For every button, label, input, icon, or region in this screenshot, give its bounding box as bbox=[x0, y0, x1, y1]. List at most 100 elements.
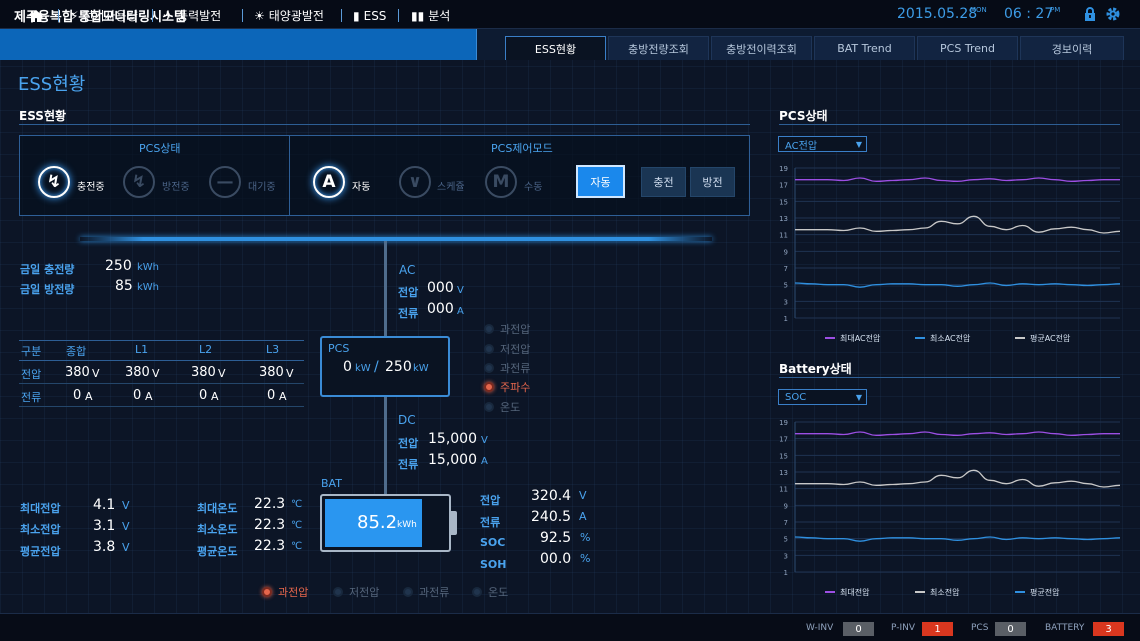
indicator-dot bbox=[403, 587, 413, 597]
nav-item-solar[interactable]: ☀ 태양광발전 bbox=[254, 0, 324, 31]
cell-voltage-label: 최대전압 bbox=[20, 502, 61, 515]
cell-voltage-label: 최소전압 bbox=[20, 523, 61, 536]
select-value: SOC bbox=[785, 391, 807, 403]
y-tick-label: 1 bbox=[784, 569, 788, 577]
bat-alarm-temperature: 온도 bbox=[472, 584, 508, 600]
table-border bbox=[19, 383, 304, 384]
indicator-dot bbox=[484, 402, 494, 412]
gear-icon[interactable] bbox=[1105, 6, 1121, 22]
home-icon[interactable] bbox=[28, 0, 44, 31]
ac-title: AC bbox=[399, 263, 416, 277]
auto-button[interactable]: 자동 bbox=[576, 165, 625, 198]
table-cell: 380 bbox=[191, 365, 216, 380]
section-divider bbox=[19, 124, 750, 125]
nav-divider bbox=[152, 9, 153, 22]
table-cell: 0 bbox=[199, 388, 208, 403]
legend-label: 최대AC전압 bbox=[840, 333, 881, 343]
pcs-rated-unit: kW bbox=[413, 363, 429, 374]
y-tick-label: 17 bbox=[779, 182, 788, 190]
cell-voltage-value: 4.1 bbox=[93, 497, 116, 513]
table-unit: A bbox=[85, 390, 93, 403]
footer-value-pinv: 1 bbox=[922, 622, 953, 636]
alarm-frequency: 주파수 bbox=[484, 379, 530, 395]
legend-label: 평균전압 bbox=[1030, 587, 1060, 597]
ac-current-label: 전류 bbox=[398, 307, 419, 320]
legend-label: 최대전압 bbox=[840, 587, 870, 597]
dc-current-unit: A bbox=[481, 456, 488, 467]
chevron-down-icon: ▼ bbox=[855, 139, 862, 149]
select-value: AC전압 bbox=[785, 140, 818, 152]
row-label: 전압 bbox=[21, 368, 42, 381]
ac-voltage-label: 전압 bbox=[398, 286, 419, 299]
footer-label: W-INV bbox=[806, 623, 834, 633]
legend-label: 최소전압 bbox=[930, 587, 960, 597]
tab-bat-trend[interactable]: BAT Trend bbox=[814, 36, 915, 60]
cell-temp-label: 최대온도 bbox=[197, 502, 238, 515]
alarm-overvoltage: 과전압 bbox=[484, 321, 530, 337]
time-ampm: PM bbox=[1050, 6, 1061, 14]
nav-item-wind[interactable]: ✈ 풍력발전 bbox=[163, 0, 221, 31]
battery-chart-select[interactable]: SOC ▼ bbox=[778, 389, 867, 405]
footer-label: PCS bbox=[971, 623, 989, 633]
main-nav bbox=[0, 29, 477, 60]
kwh-unit: kWh bbox=[137, 282, 160, 293]
bat-stat-value: 240.5 bbox=[531, 509, 572, 525]
legend-label: 평균AC전압 bbox=[1030, 333, 1071, 343]
y-tick-label: 15 bbox=[779, 452, 788, 460]
auto-mode-icon[interactable]: A bbox=[313, 166, 345, 198]
sun-icon: ☀ bbox=[254, 8, 265, 23]
nav-item-ess[interactable]: ▮ ESS bbox=[353, 0, 386, 31]
discharge-button[interactable]: 방전 bbox=[690, 167, 735, 197]
indicator-dot bbox=[333, 587, 343, 597]
alarm-label: 저전압 bbox=[500, 343, 531, 356]
wind-turbine-icon: ✈ bbox=[163, 8, 174, 23]
today-charge-label: 금일 충전량 bbox=[20, 263, 75, 276]
cell-voltage-unit: V bbox=[122, 499, 130, 512]
alarm-label: 주파수 bbox=[500, 381, 531, 394]
bat-alarm-overcurrent: 과전류 bbox=[403, 584, 449, 600]
nav-item-analysis[interactable]: ▮▮ 분석 bbox=[411, 0, 450, 31]
bat-alarm-overvoltage: 과전압 bbox=[262, 584, 308, 600]
cell-voltage-value: 3.8 bbox=[93, 539, 116, 555]
schedule-mode-icon[interactable]: ∨ bbox=[399, 166, 431, 198]
section-title: ESS현황 bbox=[19, 109, 67, 123]
manual-mode-icon[interactable]: M bbox=[485, 166, 517, 198]
nav-divider bbox=[398, 9, 399, 22]
bat-stat-value: 320.4 bbox=[531, 488, 572, 504]
nav-label: 풍력발전 bbox=[177, 9, 222, 23]
alarm-temperature: 온도 bbox=[484, 399, 520, 415]
tab-charge-history[interactable]: 충방전이력조회 bbox=[711, 36, 812, 60]
y-tick-label: 7 bbox=[784, 265, 788, 273]
table-header: 구분 bbox=[21, 345, 42, 358]
section-divider bbox=[779, 377, 1120, 378]
tab-pcs-trend[interactable]: PCS Trend bbox=[917, 36, 1018, 60]
lock-icon[interactable] bbox=[1082, 6, 1098, 22]
panel-divider bbox=[289, 136, 290, 215]
row-label: 전류 bbox=[21, 391, 42, 404]
state-charging: 충전중 bbox=[77, 182, 105, 193]
table-unit: V bbox=[286, 367, 294, 380]
y-tick-label: 13 bbox=[779, 215, 788, 223]
pcs-rated-value: 250 bbox=[385, 359, 412, 375]
pcs-chart-select[interactable]: AC전압 ▼ bbox=[778, 136, 867, 152]
tab-ess-status[interactable]: ESS현황 bbox=[505, 36, 606, 60]
table-cell: 380 bbox=[65, 365, 90, 380]
tab-charge-query[interactable]: 충방전량조회 bbox=[608, 36, 709, 60]
y-tick-label: 15 bbox=[779, 198, 788, 206]
charge-button[interactable]: 충전 bbox=[641, 167, 686, 197]
indicator-dot bbox=[484, 344, 494, 354]
date: 2015.05.28 bbox=[897, 6, 978, 22]
bat-stat-label: 전류 bbox=[480, 516, 501, 529]
state-discharging: 방전중 bbox=[162, 182, 190, 193]
ac-voltage-value: 000 bbox=[427, 280, 454, 296]
alarm-label: 온도 bbox=[500, 401, 521, 414]
nav-label: 분석 bbox=[428, 9, 451, 23]
battery-terminal bbox=[451, 511, 457, 535]
pcs-power-value: 0 bbox=[343, 359, 352, 375]
series-line bbox=[795, 215, 1121, 234]
tab-alarm-history[interactable]: 경보이력 bbox=[1020, 36, 1124, 60]
table-border bbox=[19, 360, 304, 361]
nav-item-power[interactable]: ⚡ 전기사용량 bbox=[70, 0, 138, 31]
section-divider bbox=[779, 124, 1120, 125]
alarm-label: 저전압 bbox=[349, 586, 380, 599]
